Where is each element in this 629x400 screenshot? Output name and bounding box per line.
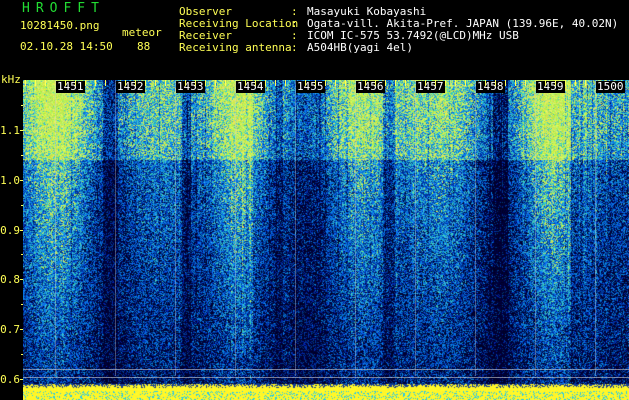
time-minor-tick bbox=[525, 80, 526, 86]
time-minor-tick bbox=[495, 80, 496, 86]
minute-line bbox=[235, 80, 236, 376]
time-minor-tick bbox=[485, 80, 486, 86]
time-minor-tick bbox=[195, 80, 196, 86]
y-tick-mark bbox=[20, 179, 23, 181]
meteor-label: meteor bbox=[122, 26, 162, 39]
time-minor-tick bbox=[545, 80, 546, 86]
time-minor-tick bbox=[325, 80, 326, 86]
time-label: 1453 bbox=[176, 80, 205, 93]
time-minor-tick bbox=[65, 80, 66, 86]
y-tick-mark bbox=[20, 229, 23, 231]
time-minor-tick bbox=[395, 80, 396, 86]
y-tick-mark bbox=[20, 329, 23, 331]
time-minor-tick bbox=[345, 80, 346, 86]
time-minor-tick bbox=[75, 80, 76, 86]
station-label-antenna: Receiving antenna bbox=[179, 41, 292, 54]
minute-line bbox=[115, 80, 116, 376]
y-tick-label: 0.6 bbox=[0, 373, 20, 386]
time-minor-tick bbox=[25, 80, 26, 86]
time-minor-tick bbox=[45, 80, 46, 86]
time-minor-tick bbox=[585, 80, 586, 86]
time-minor-tick bbox=[425, 80, 426, 86]
station-value-antenna: A504HB(yagi 4el) bbox=[307, 41, 413, 54]
time-minor-tick bbox=[125, 80, 126, 86]
datetime: 02.10.28 14:50 bbox=[20, 40, 113, 53]
time-minor-tick bbox=[385, 80, 386, 86]
y-tick-mark bbox=[20, 279, 23, 281]
y-minor-tick bbox=[21, 105, 23, 106]
spectrogram-canvas bbox=[23, 80, 629, 400]
y-tick-label: 1.1 bbox=[0, 124, 20, 137]
y-tick-label: 0.8 bbox=[0, 273, 20, 287]
time-minor-tick bbox=[375, 80, 376, 86]
minute-line bbox=[55, 80, 56, 376]
time-label: 1458 bbox=[476, 80, 505, 93]
minute-line bbox=[355, 80, 356, 376]
time-label: 1456 bbox=[356, 80, 385, 93]
time-label: 1455 bbox=[296, 80, 325, 93]
time-minor-tick bbox=[255, 80, 256, 86]
time-minor-tick bbox=[435, 80, 436, 86]
y-minor-tick bbox=[21, 204, 23, 206]
time-minor-tick bbox=[85, 80, 86, 86]
time-minor-tick bbox=[305, 80, 306, 86]
time-minor-tick bbox=[365, 80, 366, 86]
y-tick-mark bbox=[20, 130, 23, 131]
time-label: 1451 bbox=[56, 80, 85, 93]
time-label: 1500 bbox=[596, 80, 625, 93]
y-minor-tick bbox=[21, 254, 23, 256]
time-minor-tick bbox=[285, 80, 286, 86]
time-minor-tick bbox=[505, 80, 506, 86]
time-minor-tick bbox=[105, 80, 106, 86]
time-minor-tick bbox=[35, 80, 36, 86]
time-minor-tick bbox=[265, 80, 266, 86]
time-label: 1452 bbox=[116, 80, 145, 93]
y-minor-tick bbox=[21, 304, 23, 306]
time-minor-tick bbox=[565, 80, 566, 86]
time-minor-tick bbox=[245, 80, 246, 86]
y-tick-mark bbox=[20, 379, 23, 380]
filename: 10281450.png bbox=[20, 19, 100, 32]
y-tick-label: 0.7 bbox=[0, 323, 20, 337]
y-axis-unit: kHz bbox=[1, 73, 21, 86]
time-minor-tick bbox=[155, 80, 156, 86]
time-minor-tick bbox=[275, 80, 276, 86]
minute-line bbox=[415, 80, 416, 376]
time-minor-tick bbox=[575, 80, 576, 86]
time-minor-tick bbox=[455, 80, 456, 86]
time-label: 1457 bbox=[416, 80, 445, 93]
y-tick-label: 1.0 bbox=[0, 173, 20, 187]
y-tick-label: 0.9 bbox=[0, 223, 20, 237]
reference-line bbox=[23, 369, 629, 370]
minute-line bbox=[295, 80, 296, 376]
time-minor-tick bbox=[335, 80, 336, 86]
minute-line bbox=[595, 80, 596, 376]
time-minor-tick bbox=[405, 80, 406, 86]
time-label: 1459 bbox=[536, 80, 565, 93]
minute-line bbox=[535, 80, 536, 376]
time-minor-tick bbox=[445, 80, 446, 86]
time-minor-tick bbox=[165, 80, 166, 86]
time-minor-tick bbox=[95, 80, 96, 86]
station-sep: : bbox=[291, 41, 298, 54]
time-minor-tick bbox=[215, 80, 216, 86]
time-minor-tick bbox=[185, 80, 186, 86]
app-title: HROFFT bbox=[22, 1, 105, 16]
reference-line bbox=[23, 377, 629, 378]
meteor-count: 88 bbox=[137, 40, 151, 53]
minute-line bbox=[175, 80, 176, 376]
y-minor-tick bbox=[21, 154, 23, 156]
time-minor-tick bbox=[315, 80, 316, 86]
time-label: 1454 bbox=[236, 80, 265, 93]
time-minor-tick bbox=[145, 80, 146, 86]
y-minor-tick bbox=[21, 354, 23, 355]
time-minor-tick bbox=[225, 80, 226, 86]
minute-line bbox=[475, 80, 476, 376]
time-minor-tick bbox=[465, 80, 466, 86]
time-minor-tick bbox=[555, 80, 556, 86]
time-minor-tick bbox=[135, 80, 136, 86]
time-minor-tick bbox=[205, 80, 206, 86]
time-minor-tick bbox=[515, 80, 516, 86]
